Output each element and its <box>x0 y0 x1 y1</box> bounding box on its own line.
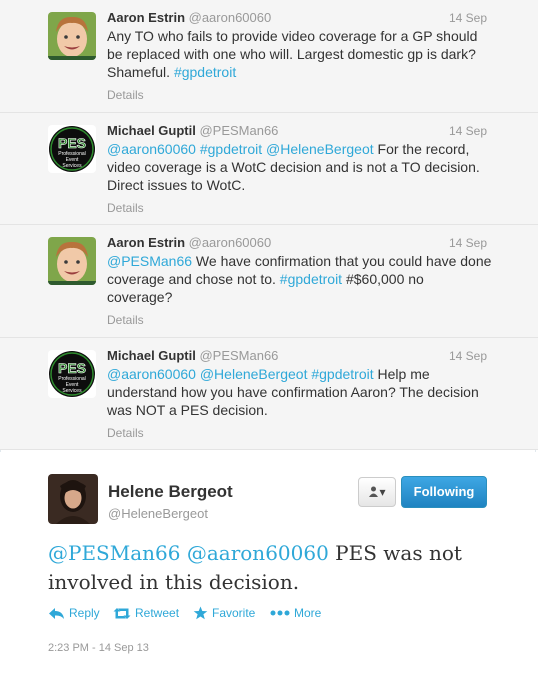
tweet-header: Aaron Estrin @aaron60060 <box>107 235 271 250</box>
main-tweet: Helene Bergeot @HeleneBergeot ▾ Followin… <box>0 452 538 684</box>
details-link[interactable]: Details <box>107 88 144 102</box>
tweet-text: @PESMan66 @aaron60060 PES was not involv… <box>48 539 508 597</box>
star-icon <box>193 606 208 620</box>
mention-link[interactable]: @aaron60060 <box>107 141 196 157</box>
mention-link[interactable]: @HeleneBergeot <box>200 366 308 382</box>
tweet-date[interactable]: 14 Sep <box>449 11 487 25</box>
details-link[interactable]: Details <box>107 426 144 440</box>
favorite-button[interactable]: Favorite <box>193 606 255 620</box>
details-link[interactable]: Details <box>107 313 144 327</box>
author-handle[interactable]: @PESMan66 <box>196 348 278 363</box>
user-icon <box>369 486 379 497</box>
author-name[interactable]: Helene Bergeot <box>108 482 233 502</box>
tweet-header: Aaron Estrin @aaron60060 <box>107 10 271 25</box>
tweet-date[interactable]: 14 Sep <box>449 124 487 138</box>
author-name[interactable]: Aaron Estrin <box>107 235 185 250</box>
author-handle[interactable]: @PESMan66 <box>196 123 278 138</box>
svg-text:Services: Services <box>62 388 82 394</box>
mention-link[interactable]: @aaron60060 <box>107 366 196 382</box>
pes-logo-text: PES <box>58 360 86 376</box>
avatar[interactable] <box>48 237 96 285</box>
tweet-text-segment: Any TO who fails to provide video covera… <box>107 28 478 80</box>
svg-text:Services: Services <box>62 163 82 169</box>
more-button[interactable]: More <box>270 606 321 620</box>
pes-logo-avatar[interactable]: PES Professional Event Services <box>48 125 96 173</box>
mention-link[interactable]: @PESMan66 <box>48 541 181 565</box>
avatar[interactable] <box>48 12 96 60</box>
hashtag-link[interactable]: #gpdetroit <box>200 141 262 157</box>
reply-label: Reply <box>69 606 100 620</box>
reply-button[interactable]: Reply <box>48 606 100 620</box>
reply-icon <box>49 607 64 619</box>
favorite-label: Favorite <box>212 606 256 620</box>
conversation-tweet[interactable]: PES Professional Event Services Michael Gupt… <box>0 113 538 225</box>
user-actions-button[interactable]: ▾ <box>358 477 396 507</box>
details-link[interactable]: Details <box>107 201 144 215</box>
tweet-date[interactable]: 14 Sep <box>449 236 487 250</box>
pes-logo-text: PES <box>58 135 86 151</box>
tweet-timestamp[interactable]: 2:23 PM - 14 Sep 13 <box>48 642 149 654</box>
tweet-header: Michael Guptil @PESMan66 <box>107 348 278 363</box>
author-handle[interactable]: @HeleneBergeot <box>108 506 208 521</box>
tweet-date[interactable]: 14 Sep <box>449 349 487 363</box>
conversation-tweet[interactable]: Aaron Estrin @aaron60060 14 Sep Any TO who… <box>0 0 538 113</box>
retweet-icon <box>113 607 131 619</box>
tweet-header: Michael Guptil @PESMan66 <box>107 123 278 138</box>
author-handle[interactable]: @aaron60060 <box>185 235 272 250</box>
conversation-tweet[interactable]: PES Professional Event Services Michael Gupt… <box>0 338 538 450</box>
author-handle[interactable]: @aaron60060 <box>185 10 272 25</box>
tweet-text: @PESMan66 We have confirmation that you … <box>107 252 493 306</box>
author-name[interactable]: Michael Guptil <box>107 348 196 363</box>
more-label: More <box>294 606 322 620</box>
hashtag-link[interactable]: #gpdetroit <box>280 271 342 287</box>
author-name[interactable]: Aaron Estrin <box>107 10 185 25</box>
chevron-down-icon: ▾ <box>379 485 386 499</box>
more-dots-icon <box>270 610 290 616</box>
hashtag-link[interactable]: #gpdetroit <box>174 64 236 80</box>
tweet-text: @aaron60060 #gpdetroit @HeleneBergeot Fo… <box>107 140 493 194</box>
tweet-text: Any TO who fails to provide video covera… <box>107 27 493 81</box>
retweet-label: Retweet <box>135 606 180 620</box>
conversation-tweet[interactable]: Aaron Estrin @aaron60060 14 Sep @PESMan66 … <box>0 225 538 338</box>
mention-link[interactable]: @PESMan66 <box>107 253 192 269</box>
hashtag-link[interactable]: #gpdetroit <box>311 366 373 382</box>
pes-logo-avatar[interactable]: PES Professional Event Services <box>48 350 96 398</box>
retweet-button[interactable]: Retweet <box>113 606 179 620</box>
mention-link[interactable]: @aaron60060 <box>187 541 329 565</box>
following-button[interactable]: Following <box>401 476 487 508</box>
author-name[interactable]: Michael Guptil <box>107 123 196 138</box>
tweet-text: @aaron60060 @HeleneBergeot #gpdetroit He… <box>107 365 493 419</box>
mention-link[interactable]: @HeleneBergeot <box>266 141 374 157</box>
avatar[interactable] <box>48 474 98 524</box>
